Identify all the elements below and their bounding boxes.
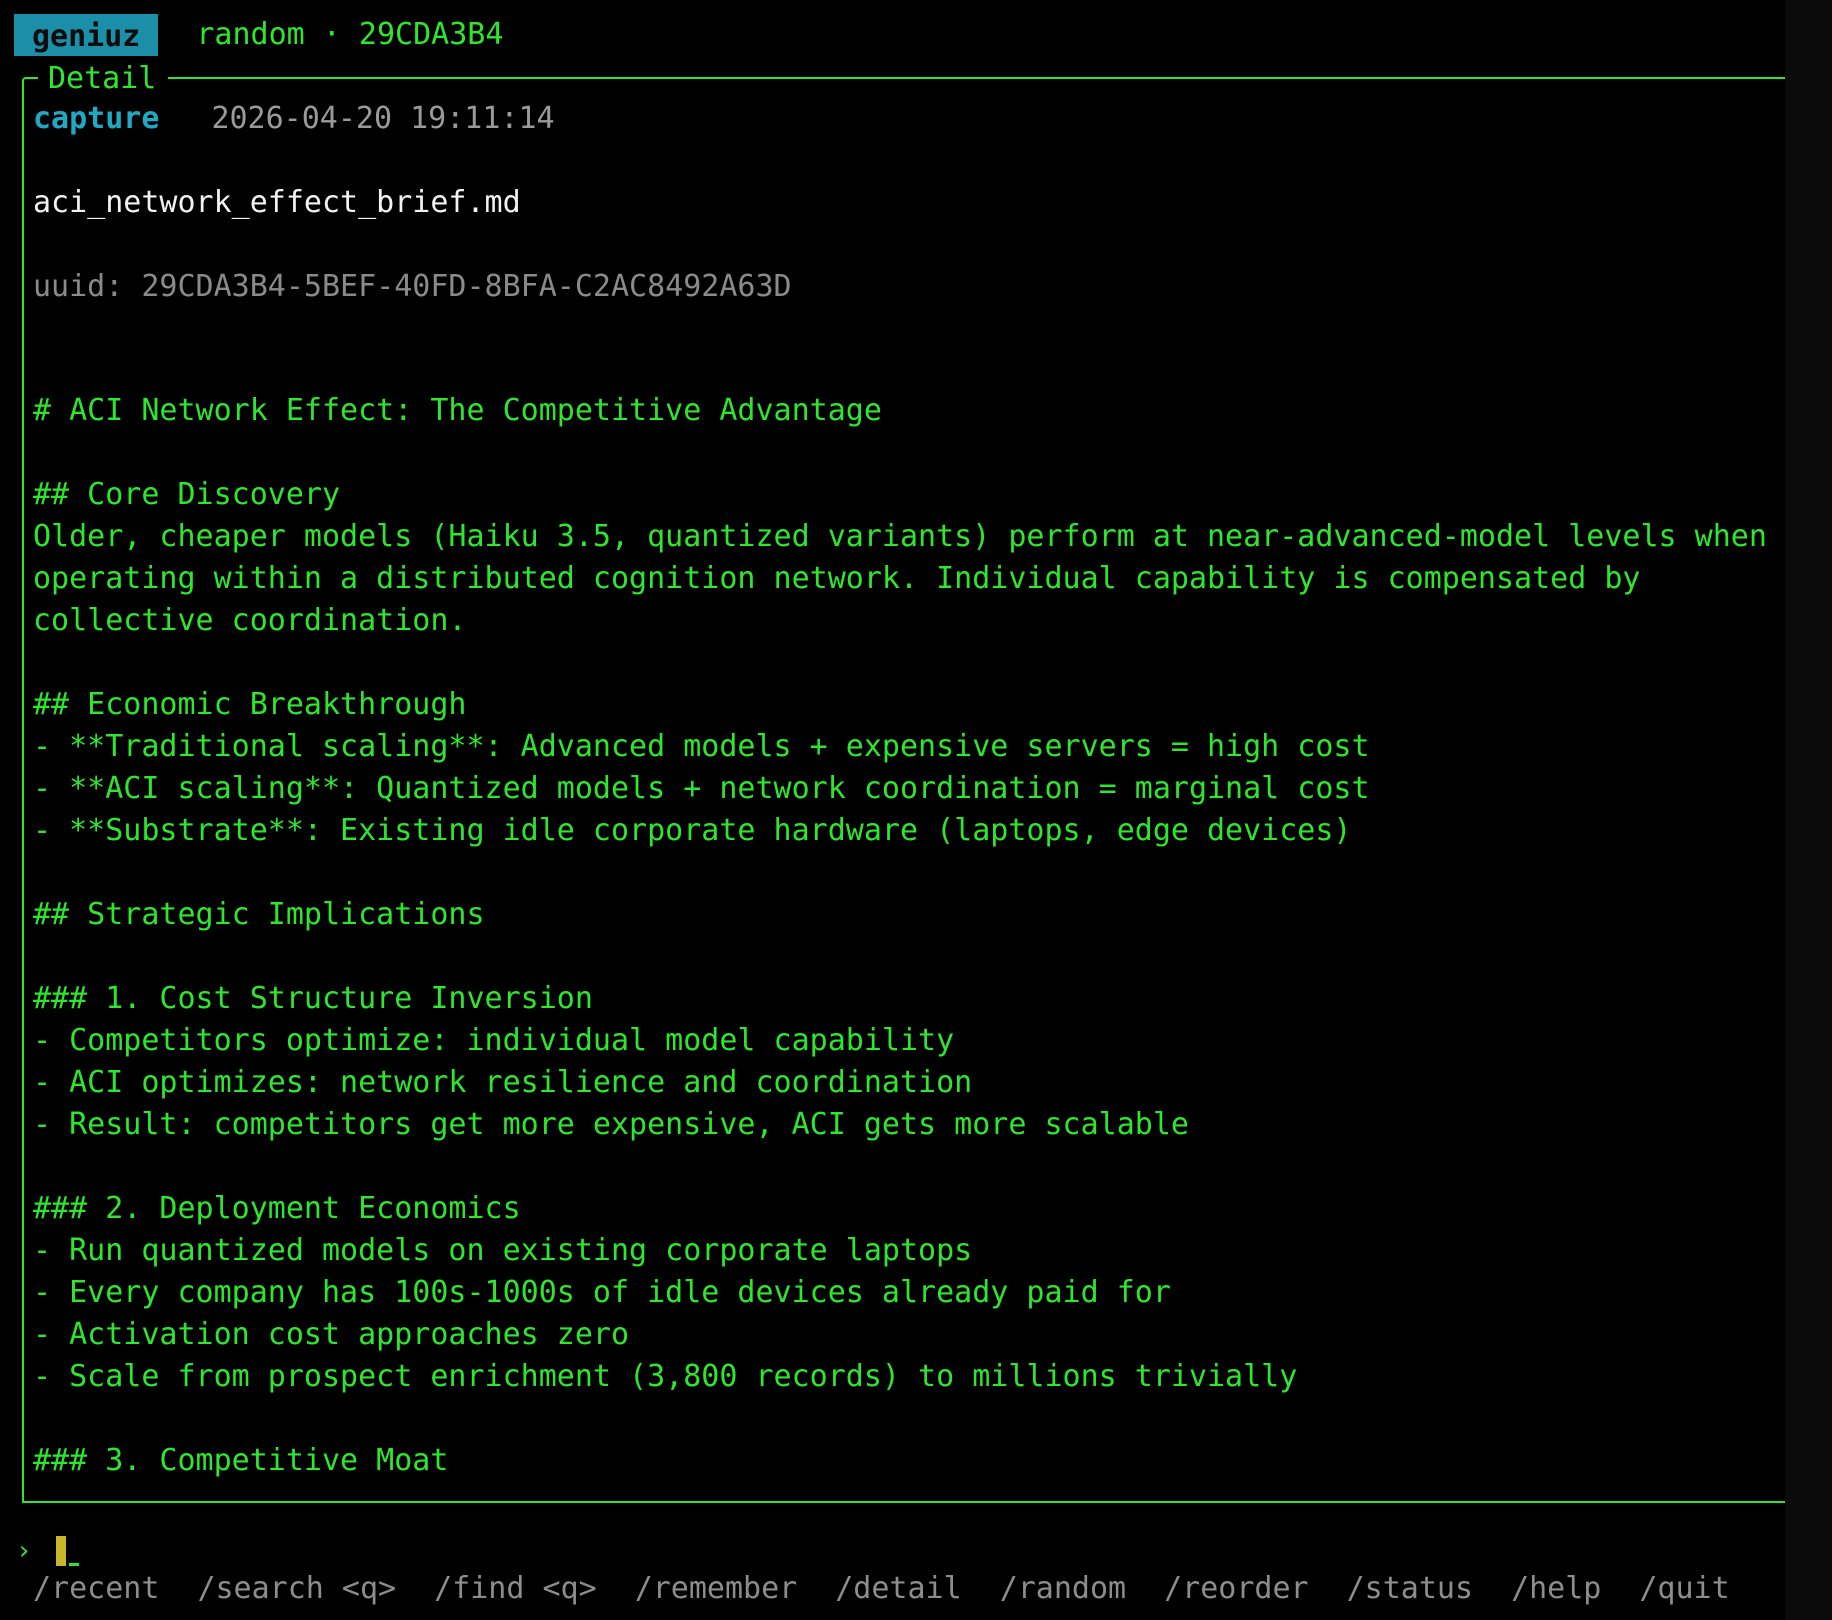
- content-line: - Run quantized models on existing corpo…: [33, 1233, 973, 1268]
- content-line: - **Substrate**: Existing idle corporate…: [33, 813, 1352, 848]
- entry-type-label: capture: [33, 101, 160, 136]
- entry-filename: aci_network_effect_brief.md: [33, 185, 521, 220]
- content-line: - Competitors optimize: individual model…: [33, 1023, 955, 1058]
- command-hint: /recent: [33, 1571, 160, 1606]
- content-line: - ACI optimizes: network resilience and …: [33, 1065, 973, 1100]
- content-line: Older, cheaper models (Haiku 3.5, quanti…: [33, 519, 1767, 554]
- header-bar: geniuz random · 29CDA3B4: [14, 14, 503, 56]
- command-hint: /detail: [835, 1571, 962, 1606]
- content-line: operating within a distributed cognition…: [33, 561, 1641, 596]
- prompt-symbol: ›: [16, 1536, 32, 1566]
- entry-meta-line: capture 2026-04-20 19:11:14: [33, 98, 1803, 140]
- command-hint: /reorder: [1164, 1571, 1309, 1606]
- cursor-underline: [68, 1562, 79, 1566]
- markdown-body: # ACI Network Effect: The Competitive Ad…: [33, 390, 1803, 1482]
- command-hint: /status: [1346, 1571, 1474, 1606]
- window-edge: [1785, 0, 1832, 1620]
- content-line: # ACI Network Effect: The Competitive Ad…: [33, 393, 882, 428]
- panel-title: Detail: [38, 58, 169, 100]
- content-line: ### 3. Competitive Moat: [33, 1443, 449, 1478]
- content-line: ### 1. Cost Structure Inversion: [33, 981, 593, 1016]
- content-line: collective coordination.: [33, 603, 467, 638]
- command-hint: /quit: [1639, 1571, 1730, 1606]
- command-hint: /remember: [634, 1571, 798, 1606]
- text-cursor: [55, 1536, 66, 1566]
- entry-uuid: uuid: 29CDA3B4-5BEF-40FD-8BFA-C2AC8492A6…: [33, 269, 792, 304]
- content-line: - Result: competitors get more expensive…: [33, 1107, 1189, 1142]
- content-line: - **Traditional scaling**: Advanced mode…: [33, 729, 1370, 764]
- content-line: - Scale from prospect enrichment (3,800 …: [33, 1359, 1298, 1394]
- command-hint: /find <q>: [434, 1571, 597, 1606]
- content-line: - **ACI scaling**: Quantized models + ne…: [33, 771, 1370, 806]
- command-hint: /search <q>: [197, 1571, 397, 1606]
- terminal-screen: geniuz random · 29CDA3B4 Detail capture 2…: [0, 0, 1804, 1620]
- command-hint: /random: [999, 1571, 1127, 1606]
- content-line: ### 2. Deployment Economics: [33, 1191, 521, 1226]
- detail-content: capture 2026-04-20 19:11:14 aci_network_e…: [33, 98, 1803, 1482]
- header-context: random · 29CDA3B4: [196, 17, 504, 52]
- command-hints-bar: /recent/search <q> /find <q> /remember/det…: [33, 1568, 1768, 1610]
- content-line: - Activation cost approaches zero: [33, 1317, 630, 1352]
- content-line: ## Core Discovery: [33, 477, 341, 512]
- command-hint: /help: [1511, 1571, 1602, 1606]
- app-name-tag: geniuz: [14, 14, 159, 56]
- content-line: ## Economic Breakthrough: [33, 687, 467, 722]
- content-line: - Every company has 100s-1000s of idle d…: [33, 1275, 1171, 1310]
- entry-timestamp: 2026-04-20 19:11:14: [211, 101, 555, 136]
- command-prompt[interactable]: ›: [16, 1530, 79, 1572]
- content-line: ## Strategic Implications: [33, 897, 485, 932]
